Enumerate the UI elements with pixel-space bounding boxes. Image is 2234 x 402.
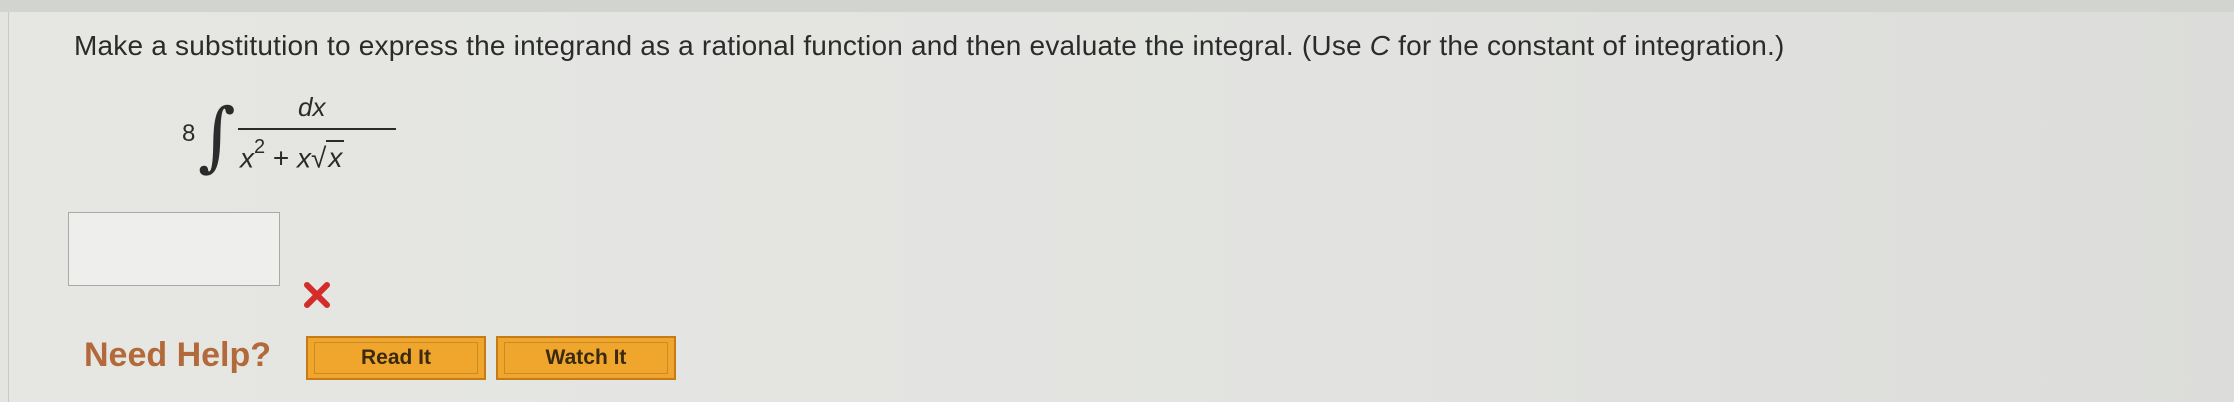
read-it-button[interactable]: Read It xyxy=(306,336,486,380)
watch-it-label: Watch It xyxy=(545,346,627,369)
constant-variable: C xyxy=(1369,30,1391,61)
sqrt-argument: x xyxy=(326,140,345,174)
answer-input[interactable] xyxy=(68,212,280,286)
sqrt-sign: √ xyxy=(311,142,327,174)
integral-sign: ∫ xyxy=(198,91,236,181)
top-strip xyxy=(0,0,2234,12)
coefficient: 8 xyxy=(182,120,196,147)
denominator: x2 + x√x xyxy=(240,136,345,174)
watch-it-button[interactable]: Watch It xyxy=(496,336,676,380)
need-help-label: Need Help? xyxy=(84,336,272,374)
x-mark-icon xyxy=(304,282,330,308)
question-text: Make a substitution to express the integ… xyxy=(74,30,1785,61)
read-it-label: Read It xyxy=(360,346,431,369)
fraction-bar xyxy=(238,128,396,130)
numerator: dx xyxy=(298,92,326,122)
